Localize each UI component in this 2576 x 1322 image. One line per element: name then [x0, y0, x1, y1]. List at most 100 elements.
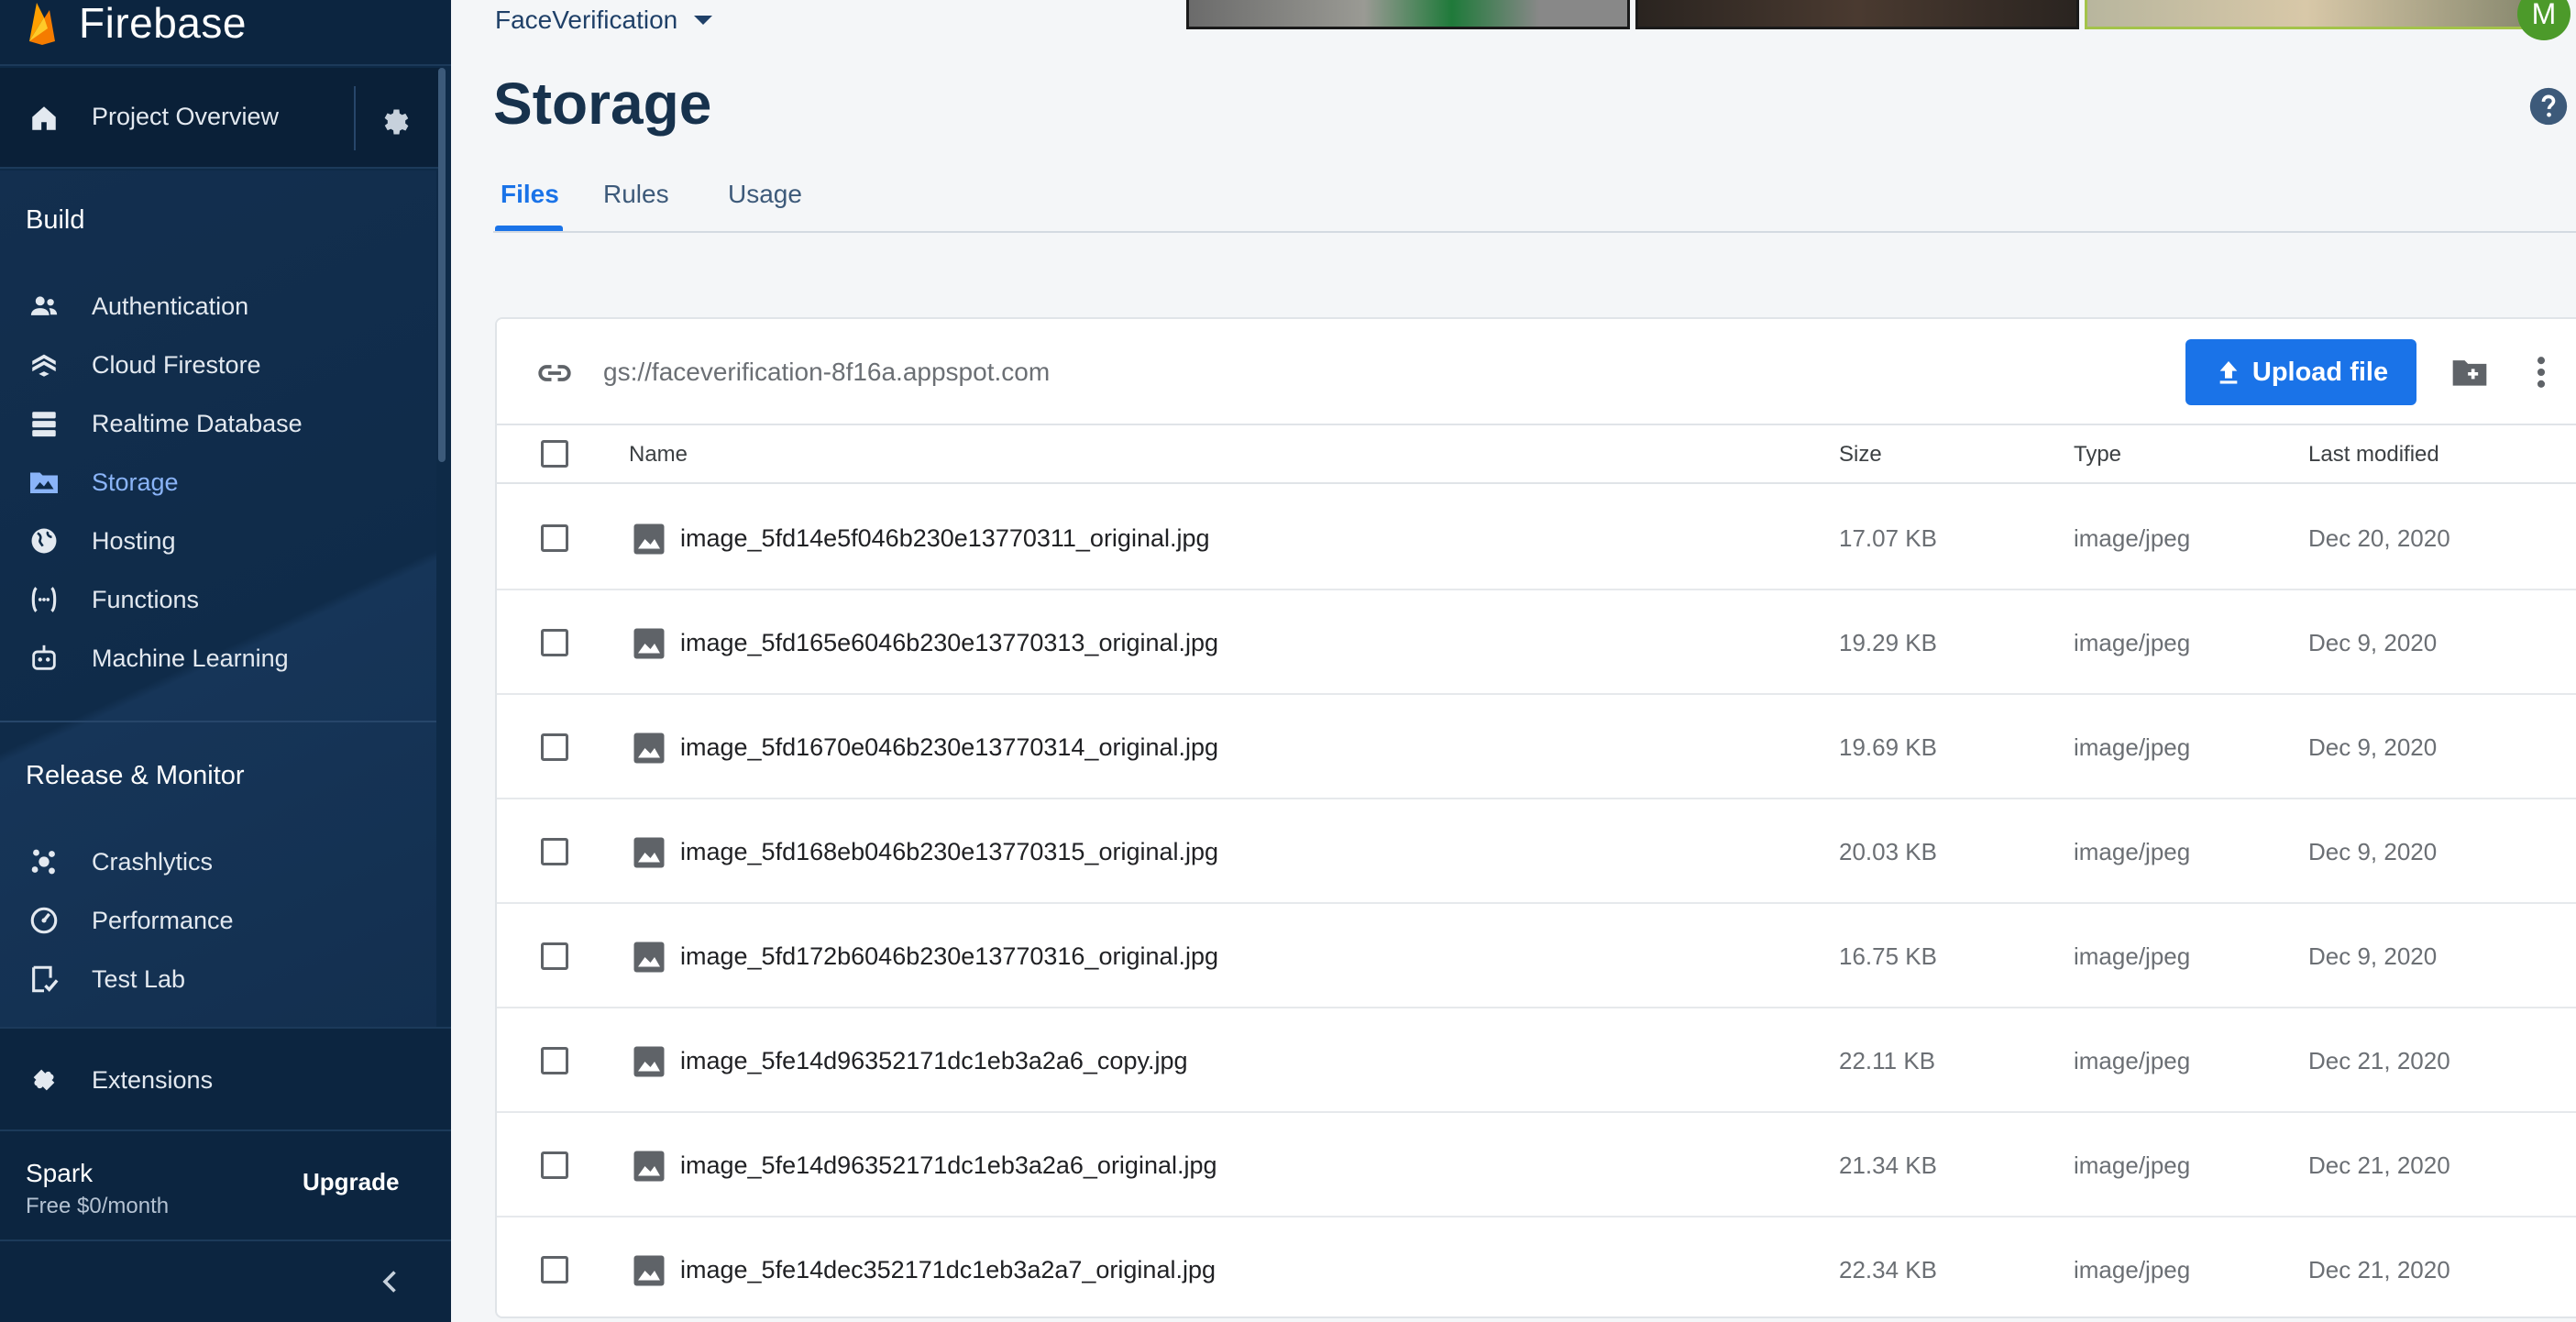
file-name[interactable]: image_5fe14d96352171dc1eb3a2a6_original.… [680, 1151, 1217, 1180]
file-last-modified: Dec 9, 2020 [2308, 733, 2438, 761]
table-row[interactable]: image_5fd172b6046b230e13770316_original.… [497, 904, 2576, 1008]
release-section-title: Release & Monitor [26, 761, 245, 790]
tab-label: Usage [728, 180, 802, 208]
column-header-name[interactable]: Name [629, 442, 688, 468]
sidebar-item-cloud-firestore[interactable]: Cloud Firestore [0, 337, 436, 392]
new-folder-icon[interactable] [2449, 352, 2490, 392]
row-checkbox[interactable] [541, 524, 568, 552]
tab-bar: Files Rules Usage [493, 171, 2576, 233]
files-card: gs://faceverification-8f16a.appspot.com … [495, 317, 2576, 1318]
tab-files[interactable]: Files [501, 180, 559, 209]
sidebar: Firebase Project Overview Build Authenti… [0, 0, 451, 1322]
sidebar-item-label: Storage [92, 468, 179, 496]
people-icon [26, 288, 62, 325]
sidebar-item-machine-learning[interactable]: Machine Learning [0, 631, 436, 686]
upload-icon [2219, 361, 2238, 384]
sidebar-item-label: Extensions [92, 1065, 214, 1094]
table-row[interactable]: image_5fd168eb046b230e13770315_original.… [497, 799, 2576, 904]
file-size: 19.29 KB [1839, 629, 1937, 656]
home-icon [26, 100, 62, 137]
table-row[interactable]: image_5fe14d96352171dc1eb3a2a6_original.… [497, 1113, 2576, 1217]
column-header-size[interactable]: Size [1839, 442, 1882, 468]
project-selector[interactable]: FaceVerification [495, 6, 713, 35]
row-checkbox[interactable] [541, 942, 568, 970]
sidebar-item-label: Realtime Database [92, 409, 303, 437]
sidebar-scrollbar[interactable] [438, 68, 446, 462]
row-checkbox[interactable] [541, 1256, 568, 1283]
extensions-bar: Extensions [0, 1027, 451, 1129]
bucket-url: gs://faceverification-8f16a.appspot.com [603, 358, 1051, 386]
robot-icon [26, 640, 62, 677]
sidebar-item-test-lab[interactable]: Test Lab [0, 952, 436, 1007]
firebase-logo[interactable]: Firebase [26, 0, 247, 47]
page-title: Storage [493, 71, 712, 137]
file-name[interactable]: image_5fe14dec352171dc1eb3a2a7_original.… [680, 1256, 1216, 1284]
sidebar-item-realtime-database[interactable]: Realtime Database [0, 396, 436, 451]
plan-bar: Spark Free $0/month Upgrade [0, 1129, 451, 1239]
crashlytics-icon [26, 843, 62, 880]
extensions-icon [26, 1062, 62, 1098]
file-name[interactable]: image_5fd172b6046b230e13770316_original.… [680, 942, 1218, 971]
sidebar-nav: Build Authentication Cloud Firestore Rea… [0, 171, 436, 1027]
upgrade-button[interactable]: Upgrade [303, 1168, 399, 1196]
video-call-strip [1186, 0, 2528, 29]
sidebar-item-crashlytics[interactable]: Crashlytics [0, 834, 436, 889]
file-type: image/jpeg [2074, 838, 2191, 865]
row-checkbox[interactable] [541, 629, 568, 656]
file-type: image/jpeg [2074, 1047, 2191, 1074]
sidebar-item-authentication[interactable]: Authentication [0, 279, 436, 334]
row-checkbox[interactable] [541, 733, 568, 761]
table-row[interactable]: image_5fd1670e046b230e13770314_original.… [497, 695, 2576, 799]
tab-rules[interactable]: Rules [603, 180, 669, 209]
sidebar-item-label: Performance [92, 906, 234, 934]
settings-gear-icon[interactable] [372, 99, 418, 145]
image-file-icon [633, 1151, 665, 1182]
file-type: image/jpeg [2074, 1151, 2191, 1179]
plan-price: Free $0/month [26, 1194, 170, 1218]
file-type: image/jpeg [2074, 1256, 2191, 1283]
image-file-icon [633, 1255, 665, 1286]
file-name[interactable]: image_5fd165e6046b230e13770313_original.… [680, 629, 1218, 657]
file-name[interactable]: image_5fe14d96352171dc1eb3a2a6_copy.jpg [680, 1047, 1188, 1075]
speedometer-icon [26, 902, 62, 939]
file-size: 21.34 KB [1839, 1151, 1937, 1179]
file-size: 19.69 KB [1839, 733, 1937, 761]
plan-name: Spark [26, 1159, 94, 1187]
table-row[interactable]: image_5fe14d96352171dc1eb3a2a6_copy.jpg 2… [497, 1008, 2576, 1113]
more-vert-icon[interactable] [2532, 352, 2550, 392]
file-type: image/jpeg [2074, 733, 2191, 761]
chevron-left-icon[interactable] [374, 1265, 407, 1298]
file-name[interactable]: image_5fd168eb046b230e13770315_original.… [680, 838, 1218, 866]
file-name[interactable]: image_5fd14e5f046b230e13770311_original.… [680, 524, 1210, 553]
table-row[interactable]: image_5fd165e6046b230e13770313_original.… [497, 590, 2576, 695]
project-overview-label: Project Overview [92, 103, 280, 130]
row-checkbox[interactable] [541, 1047, 568, 1074]
file-last-modified: Dec 21, 2020 [2308, 1047, 2450, 1074]
column-header-last-modified[interactable]: Last modified [2308, 442, 2439, 468]
project-overview-link[interactable]: Project Overview [0, 68, 354, 169]
sidebar-item-storage[interactable]: Storage [0, 455, 436, 510]
build-section-title: Build [26, 205, 85, 235]
link-icon[interactable] [535, 354, 574, 392]
row-checkbox[interactable] [541, 838, 568, 865]
row-checkbox[interactable] [541, 1151, 568, 1179]
sidebar-item-performance[interactable]: Performance [0, 893, 436, 948]
image-file-icon [633, 942, 665, 973]
file-name[interactable]: image_5fd1670e046b230e13770314_original.… [680, 733, 1218, 762]
database-icon [26, 405, 62, 442]
upload-file-button[interactable]: Upload file [2185, 339, 2416, 405]
select-all-checkbox[interactable] [541, 440, 568, 468]
sidebar-item-label: Hosting [92, 526, 176, 555]
file-last-modified: Dec 21, 2020 [2308, 1256, 2450, 1283]
file-size: 16.75 KB [1839, 942, 1937, 970]
column-header-type[interactable]: Type [2074, 442, 2121, 468]
help-icon[interactable] [2528, 86, 2569, 127]
table-row[interactable]: image_5fd14e5f046b230e13770311_original.… [497, 486, 2576, 590]
sidebar-item-extensions[interactable]: Extensions [0, 1052, 436, 1107]
sidebar-item-hosting[interactable]: Hosting [0, 513, 436, 568]
sidebar-item-functions[interactable]: Functions [0, 572, 436, 627]
avatar[interactable]: M [2517, 0, 2570, 40]
table-row[interactable]: image_5fe14dec352171dc1eb3a2a7_original.… [497, 1217, 2576, 1316]
globe-icon [26, 523, 62, 559]
tab-usage[interactable]: Usage [728, 180, 802, 209]
